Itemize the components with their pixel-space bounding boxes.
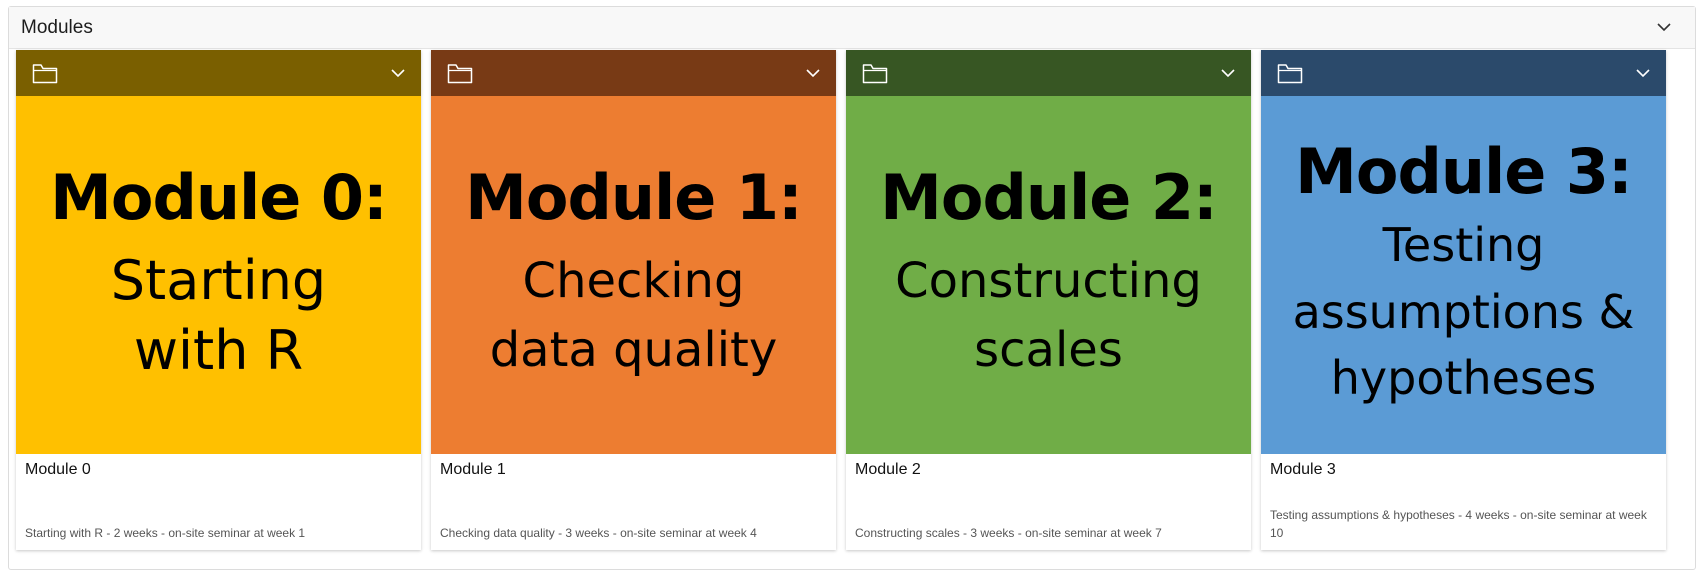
chevron-down-icon[interactable] bbox=[1636, 68, 1650, 78]
module-name[interactable]: Module 3 bbox=[1270, 461, 1657, 479]
module-name[interactable]: Module 0 bbox=[25, 461, 412, 479]
card-cover-image[interactable]: Module 0: Starting with R bbox=[16, 96, 421, 454]
panel-title: Modules bbox=[21, 16, 93, 38]
panel-header[interactable]: Modules bbox=[9, 7, 1695, 49]
module-cards: Module 0: Starting with R Module 0 Start… bbox=[16, 50, 1666, 550]
card-body: Module 0 Starting with R - 2 weeks - on-… bbox=[16, 454, 421, 550]
chevron-down-icon[interactable] bbox=[1653, 17, 1675, 39]
module-description: Starting with R - 2 weeks - on-site semi… bbox=[25, 526, 306, 540]
cover-subtitle: Constructing scales bbox=[895, 252, 1202, 379]
module-card-1[interactable]: Module 1: Checking data quality Module 1… bbox=[431, 50, 836, 550]
card-body: Module 3 Testing assumptions & hypothese… bbox=[1261, 454, 1666, 550]
cover-subtitle: Checking data quality bbox=[489, 252, 778, 379]
folder-icon bbox=[32, 63, 58, 84]
cover-heading: Module 1: bbox=[465, 161, 803, 235]
folder-icon bbox=[447, 63, 473, 84]
cover-heading: Module 0: bbox=[50, 160, 388, 234]
module-name[interactable]: Module 1 bbox=[440, 461, 827, 479]
folder-icon bbox=[862, 63, 888, 84]
card-cover-image[interactable]: Module 3: Testing assumptions & hypothes… bbox=[1261, 96, 1666, 454]
cover-heading: Module 2: bbox=[880, 161, 1218, 235]
module-card-0[interactable]: Module 0: Starting with R Module 0 Start… bbox=[16, 50, 421, 550]
module-card-2[interactable]: Module 2: Constructing scales Module 2 C… bbox=[846, 50, 1251, 550]
chevron-down-icon[interactable] bbox=[1221, 68, 1235, 78]
module-description: Checking data quality - 3 weeks - on-sit… bbox=[440, 526, 757, 540]
cover-subtitle: Testing assumptions & hypotheses bbox=[1292, 218, 1635, 406]
card-topbar bbox=[1261, 50, 1666, 96]
cover-subtitle: Starting with R bbox=[110, 248, 327, 383]
chevron-down-icon[interactable] bbox=[806, 68, 820, 78]
folder-icon bbox=[1277, 63, 1303, 84]
cover-heading: Module 3: bbox=[1295, 134, 1633, 208]
card-cover-image[interactable]: Module 1: Checking data quality bbox=[431, 96, 836, 454]
module-description: Testing assumptions & hypotheses - 4 wee… bbox=[1270, 508, 1647, 540]
module-name[interactable]: Module 2 bbox=[855, 461, 1242, 479]
card-body: Module 1 Checking data quality - 3 weeks… bbox=[431, 454, 836, 550]
module-description: Constructing scales - 3 weeks - on-site … bbox=[855, 526, 1162, 540]
card-topbar bbox=[846, 50, 1251, 96]
card-cover-image[interactable]: Module 2: Constructing scales bbox=[846, 96, 1251, 454]
card-topbar bbox=[16, 50, 421, 96]
chevron-down-icon[interactable] bbox=[391, 68, 405, 78]
card-body: Module 2 Constructing scales - 3 weeks -… bbox=[846, 454, 1251, 550]
card-topbar bbox=[431, 50, 836, 96]
module-card-3[interactable]: Module 3: Testing assumptions & hypothes… bbox=[1261, 50, 1666, 550]
